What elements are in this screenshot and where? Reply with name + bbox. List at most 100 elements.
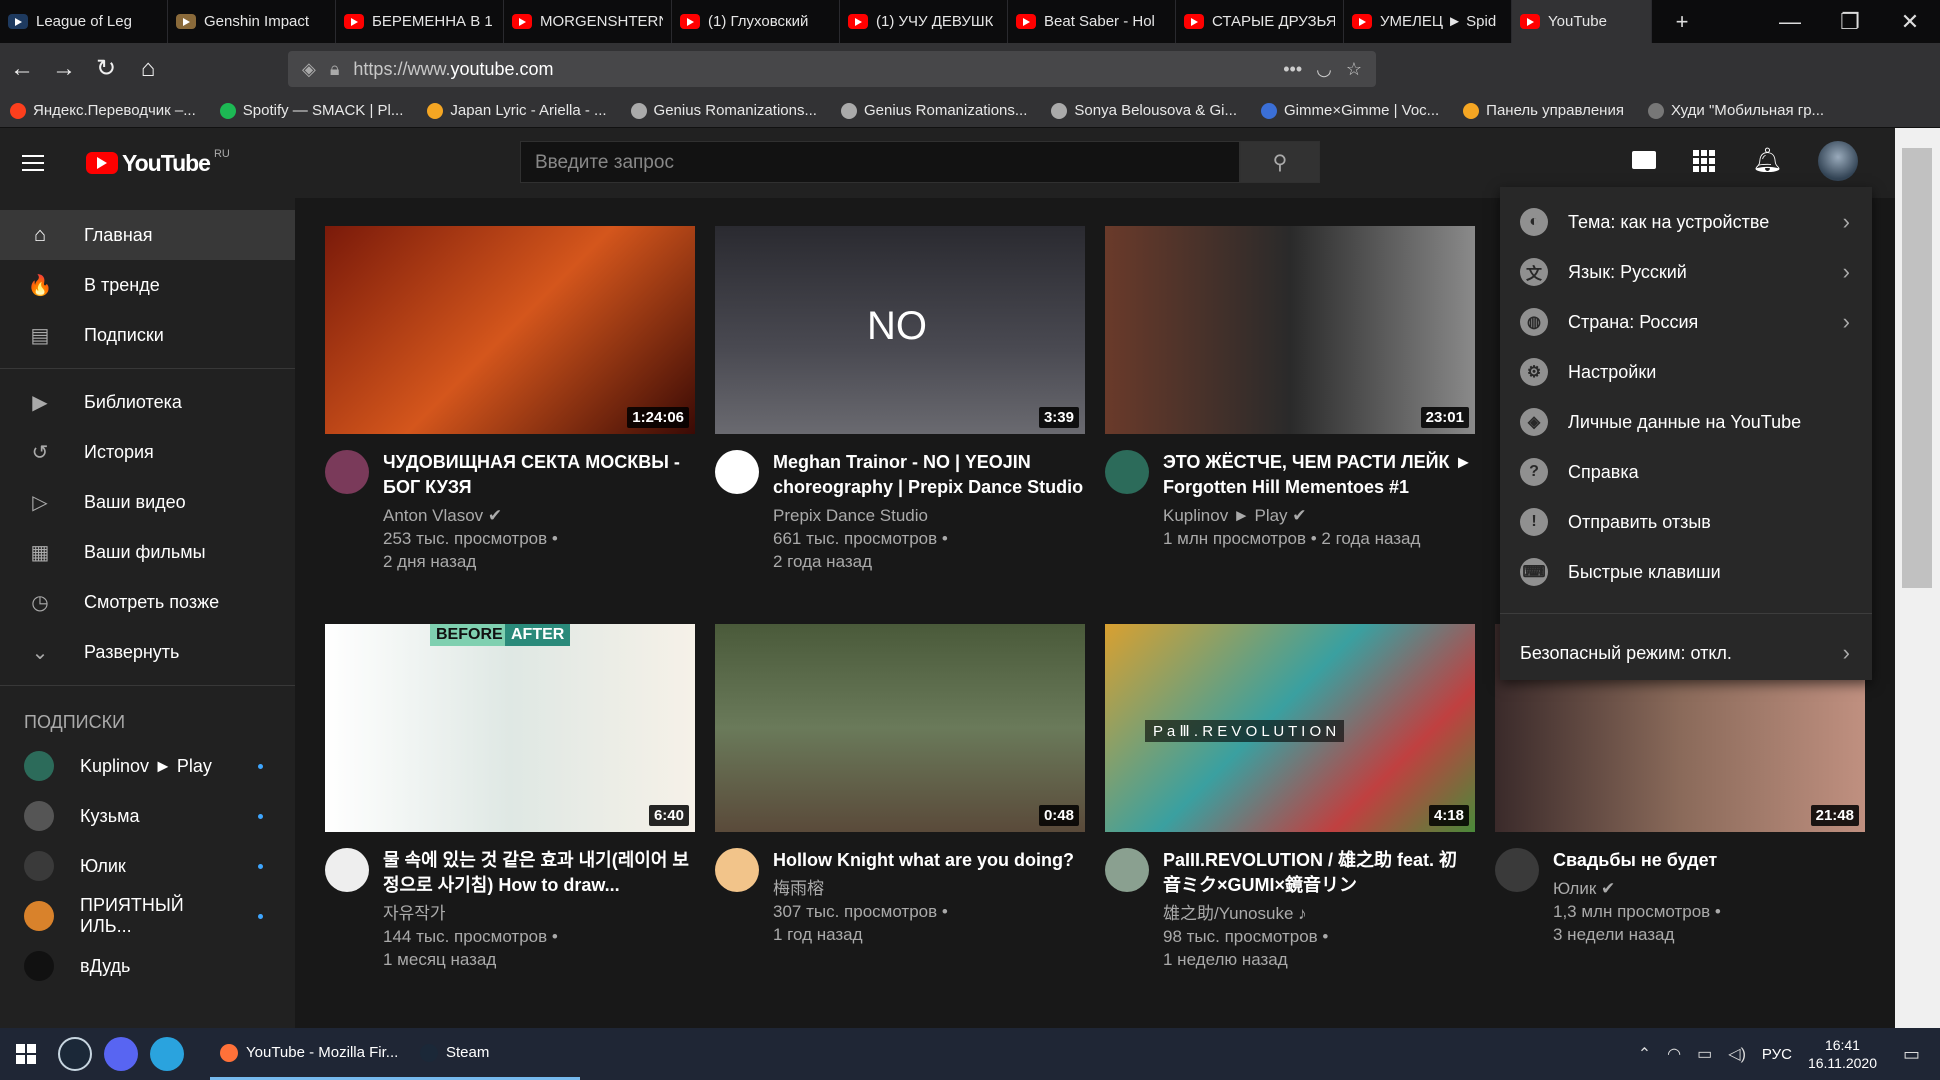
tray-chevron-icon[interactable]: ⌃ [1638, 1044, 1651, 1064]
page-actions-icon[interactable]: ••• [1283, 59, 1302, 80]
telegram-pinned-icon[interactable] [150, 1037, 184, 1071]
channel-avatar[interactable] [325, 450, 369, 494]
close-window-button[interactable]: ✕ [1880, 0, 1940, 43]
bookmark-item[interactable]: Худи "Мобильная гр... [1647, 102, 1824, 119]
browser-tab[interactable]: УМЕЛЕЦ ► Spid [1344, 0, 1512, 43]
video-card[interactable]: 1:24:06 ЧУДОВИЩНАЯ СЕКТА МОСКВЫ - БОГ КУЗ… [325, 226, 695, 573]
subscription-item[interactable]: вДудь [0, 941, 295, 991]
menu-item[interactable]: 文 Язык: Русский › [1500, 247, 1872, 297]
video-channel[interactable]: 雄之助/Yunosuke ♪ [1163, 902, 1475, 925]
account-avatar[interactable] [1818, 141, 1858, 181]
sidebar-item[interactable]: ▦ Ваши фильмы [0, 527, 295, 577]
wifi-icon[interactable]: ◠ [1667, 1044, 1681, 1064]
clock[interactable]: 16:41 16.11.2020 [1808, 1036, 1877, 1072]
bookmark-item[interactable]: Gimme×Gimme | Voc... [1260, 102, 1439, 119]
create-video-icon[interactable] [1632, 151, 1656, 169]
volume-icon[interactable]: ◁) [1728, 1044, 1746, 1064]
bookmark-item[interactable]: Japan Lyric - Ariella - ... [427, 102, 607, 119]
sidebar-item[interactable]: ⌂ Главная [0, 210, 295, 260]
channel-avatar[interactable] [325, 848, 369, 892]
reload-icon[interactable]: ↻ [86, 49, 126, 89]
video-thumbnail[interactable]: 0:48 [715, 624, 1085, 832]
minimize-button[interactable]: — [1760, 0, 1820, 43]
video-channel[interactable]: Prepix Dance Studio [773, 504, 1085, 527]
sidebar-item[interactable]: ▶ Библиотека [0, 377, 295, 427]
discord-pinned-icon[interactable] [104, 1037, 138, 1071]
back-icon[interactable]: ← [2, 49, 42, 89]
channel-avatar[interactable] [1105, 450, 1149, 494]
scrollbar-thumb[interactable] [1902, 148, 1932, 588]
browser-tab[interactable]: League of Leg [0, 0, 168, 43]
subscription-item[interactable]: Кузьма [0, 791, 295, 841]
video-channel[interactable]: Юлик ✔ [1553, 877, 1721, 900]
channel-avatar[interactable] [1495, 848, 1539, 892]
taskbar-app[interactable]: Steam [410, 1028, 580, 1080]
video-title[interactable]: Свадьбы не будет [1553, 848, 1721, 873]
url-bar[interactable]: ◈ 🔒︎ https://www.youtube.com ••• ◡ ☆ [288, 51, 1376, 87]
video-thumbnail[interactable]: BEFORE AFTER 6:40 [325, 624, 695, 832]
search-input[interactable]: Введите запрос [520, 141, 1240, 183]
youtube-logo[interactable]: YouTube RU [86, 148, 230, 177]
browser-tab[interactable]: СТАРЫЕ ДРУЗЬЯ [1176, 0, 1344, 43]
browser-tab[interactable]: Genshin Impact [168, 0, 336, 43]
video-channel[interactable]: 梅雨榕 [773, 877, 1074, 900]
steam-pinned-icon[interactable] [58, 1037, 92, 1071]
subscription-item[interactable]: ПРИЯТНЫЙ ИЛЬ... [0, 891, 295, 941]
video-thumbnail[interactable]: P a Ⅲ . R E V O L U T I O N 4:18 [1105, 624, 1475, 832]
bookmark-item[interactable]: Genius Romanizations... [630, 102, 817, 119]
video-thumbnail[interactable]: 23:01 [1105, 226, 1475, 434]
menu-item[interactable]: ? Справка [1500, 447, 1872, 497]
video-title[interactable]: PaIII.REVOLUTION / 雄之助 feat. 初音ミク×GUMI×鏡… [1163, 848, 1475, 898]
bookmark-item[interactable]: Панель управления [1463, 102, 1624, 119]
video-channel[interactable]: Anton Vlasov ✔ [383, 504, 695, 527]
sidebar-item[interactable]: ▷ Ваши видео [0, 477, 295, 527]
apps-grid-icon[interactable] [1693, 150, 1715, 172]
browser-tab[interactable]: (1) УЧУ ДЕВУШК [840, 0, 1008, 43]
browser-tab[interactable]: MORGENSHTERN [504, 0, 672, 43]
video-card[interactable]: BEFORE AFTER 6:40 물 속에 있는 것 같은 효과 내기(레이어 보정… [325, 624, 695, 971]
forward-icon[interactable]: → [44, 49, 84, 89]
pocket-icon[interactable]: ◡ [1316, 59, 1332, 80]
home-icon[interactable]: ⌂ [128, 49, 168, 89]
video-card[interactable]: P a Ⅲ . R E V O L U T I O N 4:18 PaIII.REV… [1105, 624, 1475, 971]
menu-item[interactable]: ◈ Личные данные на YouTube [1500, 397, 1872, 447]
maximize-button[interactable]: ❐ [1820, 0, 1880, 43]
video-thumbnail[interactable]: 1:24:06 [325, 226, 695, 434]
sidebar-item[interactable]: ⌄ Развернуть [0, 627, 295, 677]
browser-tab[interactable]: YouTube [1512, 0, 1652, 43]
subscription-item[interactable]: Юлик [0, 841, 295, 891]
menu-item[interactable]: ◍ Страна: Россия › [1500, 297, 1872, 347]
video-title[interactable]: ЧУДОВИЩНАЯ СЕКТА МОСКВЫ - БОГ КУЗЯ [383, 450, 695, 500]
new-tab-button[interactable]: + [1652, 0, 1712, 43]
channel-avatar[interactable] [715, 848, 759, 892]
browser-tab[interactable]: Beat Saber - Hol [1008, 0, 1176, 43]
menu-item[interactable]: ! Отправить отзыв [1500, 497, 1872, 547]
bookmark-item[interactable]: Sonya Belousova & Gi... [1051, 102, 1237, 119]
browser-tab[interactable]: БЕРЕМЕННА В 1 [336, 0, 504, 43]
video-title[interactable]: 물 속에 있는 것 같은 효과 내기(레이어 보정으로 사기침) How to … [383, 848, 695, 898]
video-title[interactable]: ЭТО ЖЁСТЧЕ, ЧЕМ РАСТИ ЛЕЙК ► Forgotten H… [1163, 450, 1475, 500]
bookmark-item[interactable]: Spotify — SMACK | Pl... [219, 102, 403, 119]
video-card[interactable]: 23:01 ЭТО ЖЁСТЧЕ, ЧЕМ РАСТИ ЛЕЙК ► Forgot… [1105, 226, 1475, 550]
sidebar-item[interactable]: 🔥 В тренде [0, 260, 295, 310]
input-language[interactable]: РУС [1762, 1046, 1792, 1063]
video-channel[interactable]: 자유작가 [383, 902, 695, 925]
menu-icon[interactable] [22, 155, 62, 171]
video-thumbnail[interactable]: NO 3:39 [715, 226, 1085, 434]
browser-tab[interactable]: (1) Глуховский [672, 0, 840, 43]
channel-avatar[interactable] [1105, 848, 1149, 892]
subscription-item[interactable]: Kuplinov ► Play [0, 741, 295, 791]
channel-avatar[interactable] [715, 450, 759, 494]
bookmark-item[interactable]: Яндекс.Переводчик –... [10, 102, 196, 119]
menu-item[interactable]: ⌨ Быстрые клавиши [1500, 547, 1872, 597]
menu-item-safe-mode[interactable]: Безопасный режим: откл. › [1500, 628, 1872, 678]
action-center-icon[interactable]: ▭ [1903, 1044, 1920, 1065]
video-card[interactable]: 0:48 Hollow Knight what are you doing? 梅雨榕… [715, 624, 1085, 946]
sidebar-item[interactable]: ▤ Подписки [0, 310, 295, 360]
menu-item[interactable]: ◐ Тема: как на устройстве › [1500, 197, 1872, 247]
windows-start-icon[interactable] [0, 1028, 52, 1080]
video-title[interactable]: Meghan Trainor - NO | YEOJIN choreograph… [773, 450, 1085, 500]
video-card[interactable]: NO 3:39 Meghan Trainor - NO | YEOJIN chore… [715, 226, 1085, 573]
bookmark-star-icon[interactable]: ☆ [1346, 59, 1362, 80]
video-title[interactable]: Hollow Knight what are you doing? [773, 848, 1074, 873]
